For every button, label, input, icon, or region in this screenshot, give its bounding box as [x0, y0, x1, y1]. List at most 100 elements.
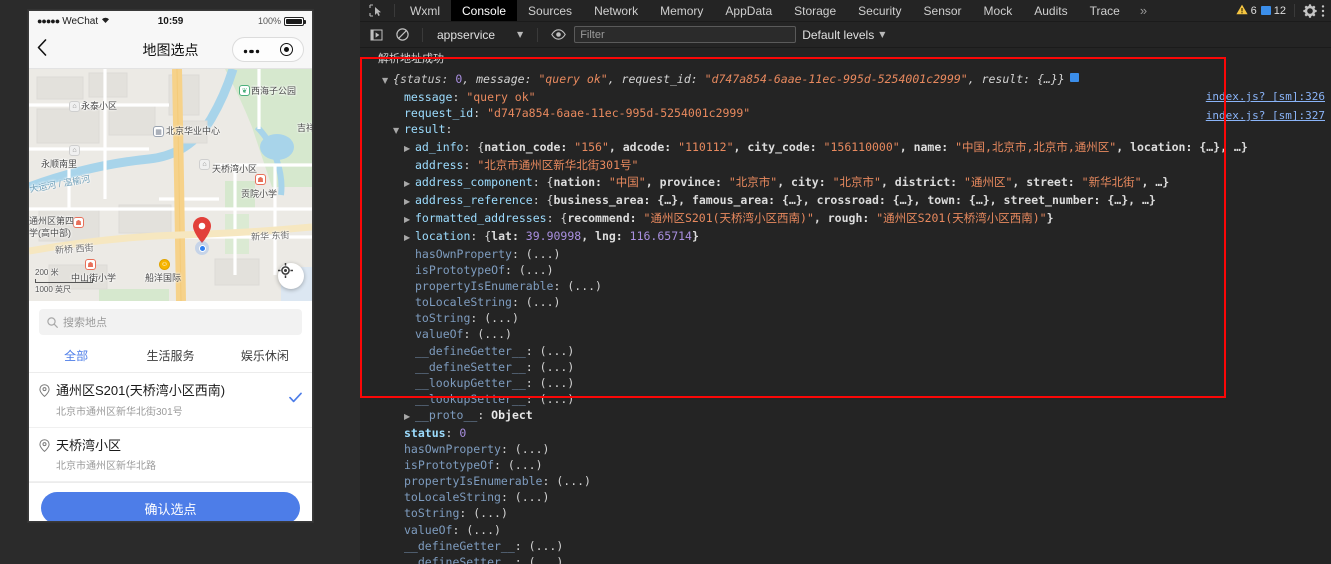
warning-badge[interactable]: 6: [1236, 4, 1257, 18]
chevron-double-right-icon[interactable]: »: [1131, 0, 1156, 21]
app-root: ●●●●● WeChat 10:59 100% 地图选点 ⌂ 永泰小区 ❦ 西海…: [0, 0, 1331, 564]
list-item-name: 天桥湾小区: [56, 437, 122, 453]
target-icon[interactable]: [280, 43, 293, 56]
inspect-cursor-icon[interactable]: [360, 0, 390, 21]
expand-arrow-icon[interactable]: ▶: [404, 230, 415, 246]
search-icon: [47, 316, 58, 328]
console-line: message: "query ok": [404, 90, 536, 105]
status-bar-time: 10:59: [157, 15, 184, 27]
warning-triangle-icon: [1236, 4, 1248, 18]
filter-input[interactable]: [574, 26, 797, 43]
scale-bar: [35, 279, 93, 283]
list-item[interactable]: 通州区S201(天桥湾小区西南) 北京市通州区新华北街301号: [29, 373, 312, 428]
list-item[interactable]: 天桥湾小区 北京市通州区新华北路: [29, 428, 312, 483]
eye-icon[interactable]: [548, 26, 568, 44]
console-line[interactable]: ▶ formatted_addresses: {recommend: "通州区S2…: [382, 210, 1331, 228]
console-output[interactable]: 解析地址成功 index.js? [sm]:326 index.js? [sm]…: [360, 48, 1331, 564]
console-line: request_id: "d747a854-6aae-11ec-995d-525…: [404, 106, 751, 121]
expand-arrow-icon[interactable]: ▶: [404, 194, 415, 210]
expand-arrow-icon[interactable]: ▶: [404, 176, 415, 192]
tab-console[interactable]: Console: [451, 0, 518, 21]
console-line: toLocaleString: (...): [415, 295, 561, 310]
poi-list: 通州区S201(天桥湾小区西南) 北京市通州区新华北街301号 天桥湾小区 北京…: [29, 373, 312, 483]
expand-arrow-icon[interactable]: ▼: [393, 123, 404, 139]
console-line: status: 0: [404, 425, 467, 440]
console-line: __lookupGetter__: (...): [415, 375, 575, 390]
console-line: propertyIsEnumerable: (...): [404, 474, 591, 489]
tab-wxml[interactable]: Wxml: [399, 0, 451, 21]
console-line[interactable]: ▶ __proto__: Object: [382, 407, 1331, 425]
tab-sensor[interactable]: Sensor: [913, 0, 973, 21]
phone-frame: ●●●●● WeChat 10:59 100% 地图选点 ⌂ 永泰小区 ❦ 西海…: [28, 10, 313, 522]
tab-memory[interactable]: Memory: [649, 0, 714, 21]
expand-arrow-icon[interactable]: ▶: [404, 212, 415, 228]
list-item-text: 天桥湾小区 北京市通州区新华北路: [56, 437, 302, 473]
signal-dots-icon: ●●●●●: [37, 16, 60, 26]
console-line: __defineGetter__: (...): [415, 343, 575, 358]
console-log-body: ▼ {status: 0, message: "query ok", reques…: [360, 66, 1331, 564]
console-line: address: "北京市通州区新华北街301号": [415, 158, 639, 173]
expand-arrow-icon[interactable]: ▶: [404, 409, 415, 425]
expand-arrow-icon[interactable]: ▼: [382, 73, 393, 89]
console-line[interactable]: ▶ address_reference: {business_area: {…},…: [382, 192, 1331, 210]
location-pin-outline-icon: [39, 384, 50, 402]
confirm-bar: 确认选点: [29, 482, 312, 521]
tab-sources[interactable]: Sources: [517, 0, 583, 21]
wechat-capsule[interactable]: [232, 37, 304, 62]
locate-crosshair-icon: [278, 263, 293, 278]
message-count: 12: [1273, 4, 1286, 17]
console-line[interactable]: ▶ address_component: {nation: "中国", provi…: [382, 174, 1331, 192]
map-scale: 200 米 1000 英尺: [35, 267, 93, 295]
category-tabs: 全部 生活服务 娱乐休闲: [29, 341, 312, 373]
list-item-name: 通州区S201(天桥湾小区西南): [56, 383, 226, 398]
console-line: valueOf: (...): [415, 327, 512, 342]
console-line: __defineSetter__: (...): [415, 359, 575, 374]
wifi-icon: [101, 16, 110, 26]
console-line[interactable]: ▶ location: {lat: 39.90998, lng: 116.6571…: [382, 228, 1331, 246]
map-pin-icon: [193, 217, 211, 243]
warning-count: 6: [1250, 4, 1257, 17]
clear-console-icon[interactable]: [392, 26, 412, 44]
gear-icon[interactable]: [1303, 3, 1317, 18]
tab-audits[interactable]: Audits: [1023, 0, 1078, 21]
kebab-menu-icon[interactable]: [1321, 4, 1325, 18]
tab-mock[interactable]: Mock: [973, 0, 1024, 21]
console-line[interactable]: ▶ ad_info: {nation_code: "156", adcode: "…: [382, 139, 1331, 157]
log-levels-label: Default levels: [802, 27, 875, 42]
list-item-address: 北京市通州区新华北路: [56, 461, 156, 473]
tab-appdata[interactable]: AppData: [714, 0, 783, 21]
nav-bar: 地图选点: [29, 31, 312, 69]
bottom-sheet: 搜索地点 全部 生活服务 娱乐休闲 通州区S201(天桥湾小区西南) 北京市通州…: [29, 301, 312, 521]
execute-step-icon[interactable]: [366, 26, 386, 44]
devtools-tabbar-right: 6 12: [1236, 0, 1331, 21]
tab-trace[interactable]: Trace: [1079, 0, 1131, 21]
status-bar-left: ●●●●● WeChat: [37, 16, 158, 27]
list-item-text: 通州区S201(天桥湾小区西南) 北京市通州区新华北街301号: [56, 382, 283, 418]
message-badge[interactable]: 12: [1260, 4, 1286, 17]
search-input[interactable]: 搜索地点: [39, 309, 302, 335]
status-bar: ●●●●● WeChat 10:59 100%: [29, 11, 312, 31]
expand-arrow-icon[interactable]: ▶: [404, 141, 415, 157]
tab-entertainment[interactable]: 娱乐休闲: [218, 341, 312, 372]
tab-security[interactable]: Security: [847, 0, 912, 21]
context-selector[interactable]: appservice ▼: [433, 28, 527, 42]
console-line[interactable]: ▼ result:: [382, 121, 1331, 139]
tab-all[interactable]: 全部: [29, 341, 123, 372]
locate-button[interactable]: [278, 263, 304, 289]
user-location-dot: [195, 241, 209, 255]
console-line: __defineGetter__: (...): [404, 538, 564, 553]
more-dots-icon[interactable]: [243, 43, 260, 56]
map-view[interactable]: ⌂ 永泰小区 ❦ 西海子公园 ▦ 北京华业中心 吉祥 ⌂ 永顺南里 ⌂ 天桥湾小…: [29, 69, 312, 301]
console-group-title: 解析地址成功: [378, 53, 444, 65]
log-levels-selector[interactable]: Default levels ▼: [802, 28, 885, 42]
confirm-button[interactable]: 确认选点: [41, 492, 300, 521]
tab-life-services[interactable]: 生活服务: [123, 341, 217, 372]
console-line: isPrototypeOf: (...): [404, 458, 543, 473]
toolbar-divider-2: [537, 27, 539, 42]
message-square-icon: [1260, 6, 1271, 15]
console-line: hasOwnProperty: (...): [415, 246, 561, 261]
back-button[interactable]: [37, 39, 63, 60]
tab-storage[interactable]: Storage: [783, 0, 847, 21]
tab-network[interactable]: Network: [583, 0, 649, 21]
console-summary-line[interactable]: ▼ {status: 0, message: "query ok", reques…: [382, 71, 1331, 89]
